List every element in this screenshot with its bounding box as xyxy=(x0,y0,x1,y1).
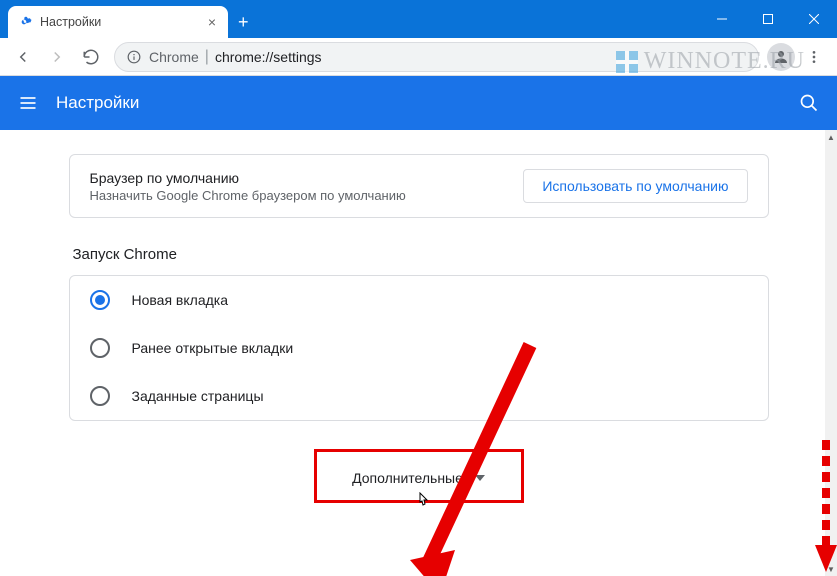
tab-title: Настройки xyxy=(40,15,204,29)
startup-option-pages[interactable]: Заданные страницы xyxy=(70,372,768,420)
settings-menu-button[interactable] xyxy=(18,93,38,113)
gear-icon xyxy=(16,14,32,30)
browser-window: Настройки × + xyxy=(0,0,837,576)
tab-close-button[interactable]: × xyxy=(204,12,220,32)
radio-icon xyxy=(90,386,110,406)
radio-icon xyxy=(90,338,110,358)
browser-toolbar: Chrome | chrome://settings xyxy=(0,38,837,76)
site-info-icon[interactable] xyxy=(127,50,141,64)
cursor-pointer-icon xyxy=(415,492,431,510)
close-window-button[interactable] xyxy=(791,0,837,38)
plus-icon: + xyxy=(238,12,249,33)
maximize-button[interactable] xyxy=(745,0,791,38)
scroll-up-button[interactable]: ▲ xyxy=(825,130,837,144)
minimize-button[interactable] xyxy=(699,0,745,38)
browser-tab[interactable]: Настройки × xyxy=(8,6,228,38)
startup-option-restore[interactable]: Ранее открытые вкладки xyxy=(70,324,768,372)
user-icon xyxy=(772,48,790,66)
settings-header: Настройки xyxy=(0,76,837,130)
vertical-scrollbar[interactable]: ▲ ▼ xyxy=(825,130,837,576)
forward-button[interactable] xyxy=(42,42,72,72)
back-button[interactable] xyxy=(8,42,38,72)
settings-content: Браузер по умолчанию Назначить Google Ch… xyxy=(0,130,837,576)
radio-label: Ранее открытые вкладки xyxy=(132,340,294,356)
address-bar[interactable]: Chrome | chrome://settings xyxy=(114,42,759,72)
reload-button[interactable] xyxy=(76,42,106,72)
search-icon xyxy=(799,93,819,113)
settings-search-button[interactable] xyxy=(799,93,819,113)
default-browser-subtitle: Назначить Google Chrome браузером по умо… xyxy=(90,188,524,203)
menu-button[interactable] xyxy=(799,42,829,72)
startup-option-new-tab[interactable]: Новая вкладка xyxy=(70,276,768,324)
reload-icon xyxy=(82,48,100,66)
window-titlebar: Настройки × + xyxy=(0,0,837,38)
titlebar-drag-area[interactable] xyxy=(259,0,699,38)
scroll-down-button[interactable]: ▼ xyxy=(825,562,837,576)
profile-button[interactable] xyxy=(767,43,795,71)
settings-title: Настройки xyxy=(56,93,799,113)
arrow-right-icon xyxy=(48,48,66,66)
startup-options-card: Новая вкладка Ранее открытые вкладки Зад… xyxy=(69,275,769,421)
address-brand: Chrome xyxy=(149,49,199,65)
radio-label: Заданные страницы xyxy=(132,388,264,404)
radio-icon xyxy=(90,290,110,310)
default-browser-title: Браузер по умолчанию xyxy=(90,170,524,186)
new-tab-button[interactable]: + xyxy=(228,6,259,38)
advanced-toggle[interactable]: Дополнительные xyxy=(314,449,524,503)
address-separator: | xyxy=(205,48,209,66)
window-controls xyxy=(699,0,837,38)
chevron-down-icon xyxy=(475,475,485,481)
close-icon xyxy=(809,14,819,24)
minimize-icon xyxy=(717,14,727,24)
address-url: chrome://settings xyxy=(215,49,322,65)
startup-section-title: Запуск Chrome xyxy=(73,246,769,263)
advanced-label: Дополнительные xyxy=(352,470,463,486)
maximize-icon xyxy=(763,14,773,24)
kebab-icon xyxy=(806,49,822,65)
set-default-button[interactable]: Использовать по умолчанию xyxy=(523,169,747,203)
arrow-left-icon xyxy=(14,48,32,66)
radio-label: Новая вкладка xyxy=(132,292,229,308)
hamburger-icon xyxy=(18,93,38,113)
default-browser-card: Браузер по умолчанию Назначить Google Ch… xyxy=(69,154,769,218)
